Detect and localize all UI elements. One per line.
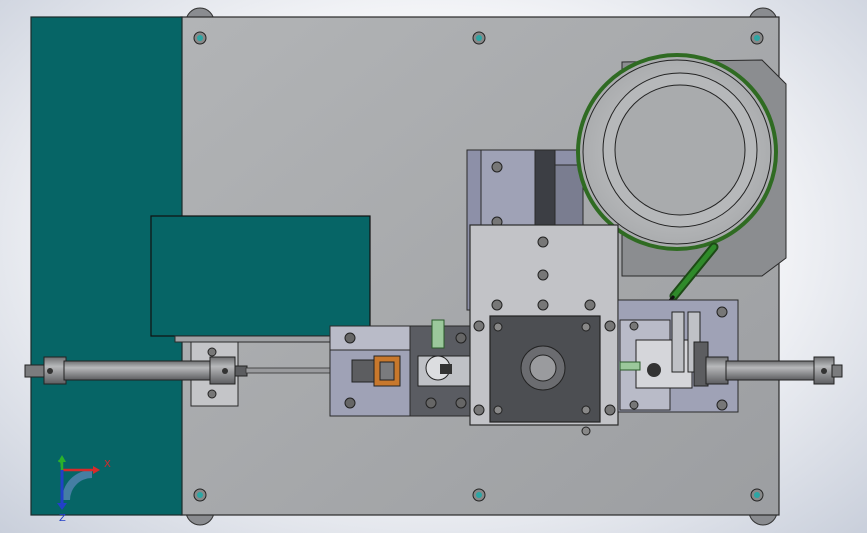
right-clamp-mechanism[interactable] bbox=[617, 299, 739, 413]
vibratory-bowl-feeder[interactable] bbox=[576, 53, 778, 251]
axis-y-label: Y bbox=[57, 459, 65, 470]
axis-x-label: X bbox=[104, 459, 111, 470]
left-pneumatic-cylinder[interactable] bbox=[24, 356, 248, 385]
central-mount-plate[interactable] bbox=[469, 224, 619, 436]
axis-z-label: Z bbox=[59, 513, 66, 524]
cover-box[interactable] bbox=[150, 215, 371, 337]
cad-viewport[interactable]: X Y Z bbox=[0, 0, 867, 533]
